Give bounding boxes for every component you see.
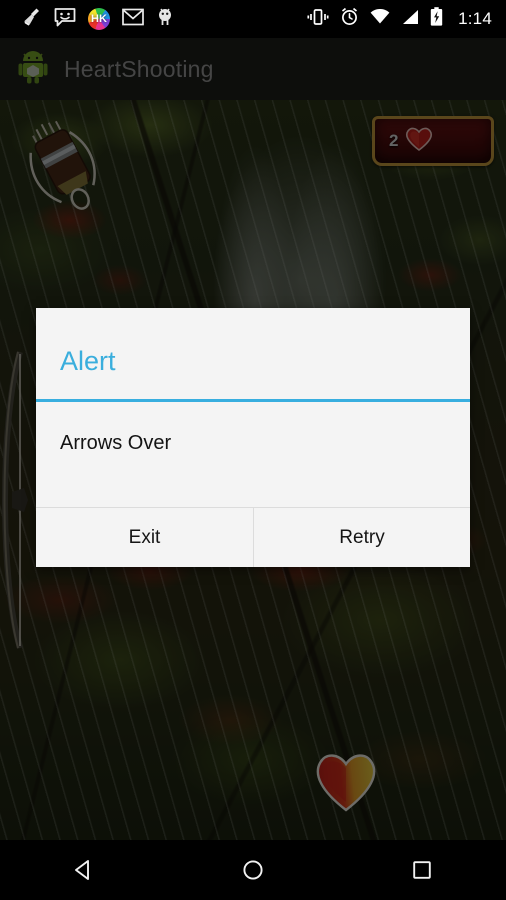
vibrate-icon: [307, 8, 329, 31]
status-system-icons: 1:14: [307, 7, 492, 31]
back-nav-button[interactable]: [0, 840, 169, 900]
android-bug-icon: [156, 7, 174, 32]
system-navigation-bar: [0, 840, 506, 900]
alarm-clock-icon: [340, 7, 359, 31]
status-notification-icons: HK: [22, 7, 174, 32]
wifi-icon: [370, 8, 390, 30]
status-bar-clock: 1:14: [458, 9, 492, 28]
home-nav-button[interactable]: [169, 840, 338, 900]
cellular-signal-icon: [401, 9, 419, 30]
device-screen: 2: [0, 0, 506, 900]
alert-dialog: Alert Arrows Over Exit Retry: [36, 308, 470, 567]
system-status-bar: HK 1:14: [0, 0, 506, 38]
message-smiley-icon: [54, 7, 76, 32]
dialog-button-bar: Exit Retry: [36, 507, 470, 567]
hk-app-icon: HK: [88, 8, 110, 30]
dialog-title: Alert: [60, 346, 116, 376]
battery-charging-icon: [430, 7, 443, 31]
retry-button[interactable]: Retry: [253, 508, 470, 567]
recents-nav-button[interactable]: [337, 840, 506, 900]
exit-button[interactable]: Exit: [36, 508, 253, 567]
gmail-icon: [122, 8, 144, 31]
broom-cleaner-icon: [22, 7, 42, 32]
dialog-message: Arrows Over: [60, 432, 172, 454]
